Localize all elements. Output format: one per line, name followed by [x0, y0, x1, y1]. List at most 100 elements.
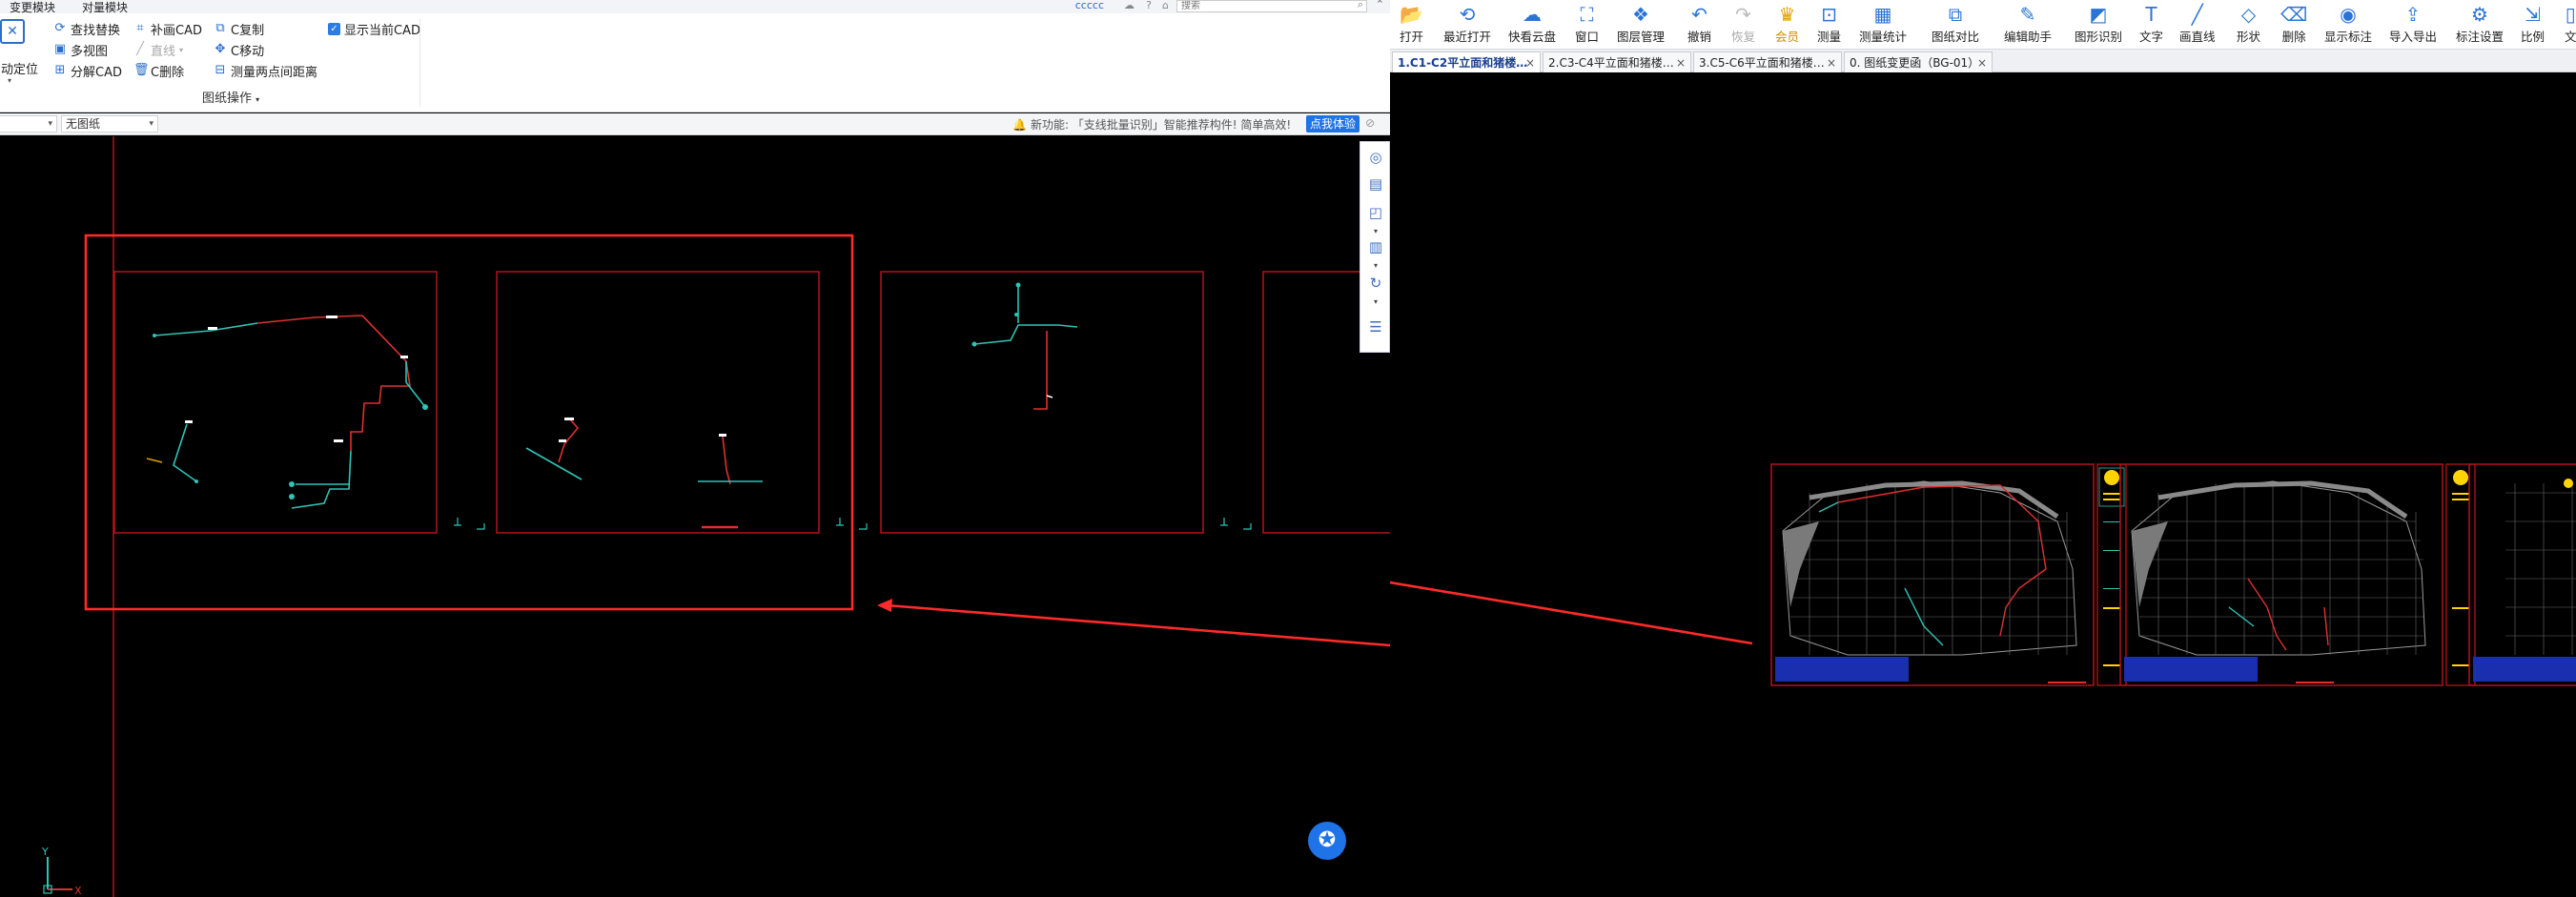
cube-view-icon[interactable]: ◰ — [1366, 203, 1385, 222]
measure-distance-label: 测量两点间距离 — [231, 65, 318, 80]
drawing-frame — [113, 271, 438, 534]
chevron-down-icon[interactable]: ▾ — [1370, 298, 1381, 306]
shirt-icon[interactable]: ⌂ — [1162, 0, 1169, 11]
drawing-compare-button[interactable]: ⧉ 图纸对比 — [1932, 2, 1979, 48]
drawing-ops-group[interactable]: 图纸操作 ▾ — [202, 88, 259, 106]
vip-button[interactable]: ♛ 会员 — [1775, 2, 1799, 48]
recent-open-button[interactable]: ⟲ 最近打开 — [1443, 2, 1491, 48]
chevron-down-icon: ▾ — [8, 76, 12, 85]
scale-button[interactable]: ⇲ 比例 — [2521, 2, 2545, 48]
collapse-ribbon-icon[interactable]: ⌃ — [1376, 0, 1384, 10]
document-tab-bar: 1.C1-C2平立面和猪楼… × 2.C3-C4平立面和猪楼… × 3.C5-C6平… — [1390, 50, 2576, 72]
cad-canvas-right[interactable] — [1390, 73, 2576, 897]
c-copy-button[interactable]: ⧉ C复制 — [214, 19, 264, 38]
close-icon[interactable]: × — [1676, 52, 1686, 72]
find-replace-label: 查找替换 — [71, 23, 121, 38]
orbit-icon[interactable]: ◎ — [1366, 148, 1385, 167]
eye-icon: ◉ — [2340, 3, 2357, 26]
ucs-axis-icon: Y X — [41, 846, 82, 897]
find-replace-button[interactable]: ⟳ 查找替换 — [53, 19, 120, 38]
measure-distance-button[interactable]: ⊟ 测量两点间距离 — [214, 61, 317, 80]
vip-crown-icon: ♛ — [1778, 3, 1796, 26]
user-name[interactable]: ccccc — [1075, 0, 1104, 11]
chevron-down-icon[interactable]: ▾ — [1370, 262, 1381, 270]
layer-manager-button[interactable]: ❖ 图层管理 — [1617, 2, 1665, 48]
star-badge-icon[interactable]: ✪ — [1308, 822, 1346, 860]
redo-icon: ↷ — [1735, 3, 1751, 26]
chevron-down-icon: ▾ — [256, 95, 260, 104]
close-icon[interactable]: × — [1977, 52, 1987, 72]
properties-icon[interactable]: ☰ — [1366, 317, 1385, 336]
doc-tab-3[interactable]: 3.C5-C6平立面和猪楼… × — [1693, 51, 1842, 72]
pipe-drawing-3 — [973, 285, 1078, 410]
delete-label: 删除 — [2281, 30, 2306, 44]
redo-button[interactable]: ↷ 恢复 — [1731, 2, 1755, 48]
measure-stats-button[interactable]: ▦ 测量统计 — [1859, 2, 1907, 48]
window-label: 窗口 — [1575, 30, 1600, 44]
shape-button[interactable]: ◇ 形状 — [2237, 2, 2260, 48]
window-button[interactable]: ⛶ 窗口 — [1575, 2, 1599, 48]
shape-recognition-button[interactable]: ◩ 图形识别 — [2075, 2, 2122, 48]
vip-label: 会员 — [1775, 30, 1800, 44]
box-view-icon[interactable]: ▥ — [1366, 237, 1385, 256]
help-icon[interactable]: ? — [1146, 0, 1152, 11]
import-export-button[interactable]: ⇪ 导入导出 — [2389, 2, 2437, 48]
undo-button[interactable]: ↶ 撤销 — [1687, 2, 1711, 48]
recognition-icon: ◩ — [2089, 3, 2108, 26]
search-icon[interactable]: ⌕ — [1358, 0, 1363, 11]
show-annotation-button[interactable]: ◉ 显示标注 — [2324, 2, 2372, 48]
doc-tab-1[interactable]: 1.C1-C2平立面和猪楼… × — [1392, 51, 1541, 72]
group-label-text: 图纸操作 — [202, 92, 253, 106]
left-app-window: 变更模块 对量模块 ccccc ☁ ? ⌂ ⌕ ⌃ ✕ 自动定位 ▾ ⟳ 查找替换… — [0, 0, 1390, 897]
pipe-nodes-3 — [971, 282, 1021, 347]
annotation-settings-button[interactable]: ⚙ 标注设置 — [2456, 2, 2504, 48]
line-button[interactable]: ╱ 直线 ▾ — [133, 40, 183, 59]
shape-label: 形状 — [2237, 30, 2261, 44]
draw-line-button[interactable]: ╱ 画直线 — [2179, 2, 2216, 48]
undo-icon: ↶ — [1691, 3, 1707, 26]
drawing-select[interactable]: 无图纸 ▾ — [61, 115, 158, 133]
notice-text: 新功能: 「支线批量识别」智能推荐构件! 简单高效! — [1030, 118, 1292, 132]
locate-icon: ✕ — [0, 19, 25, 44]
cloud-icon[interactable]: ☁ — [1124, 0, 1135, 11]
delete-button[interactable]: ⌫ 删除 — [2280, 2, 2307, 48]
supplement-cad-button[interactable]: ⌗ 补画CAD — [133, 19, 202, 38]
c-delete-label: C删除 — [151, 65, 185, 80]
search-input[interactable] — [1176, 0, 1367, 12]
c-move-button[interactable]: ✥ C移动 — [214, 40, 265, 59]
try-feature-button[interactable]: 点我体验 — [1306, 115, 1360, 133]
window-icon: ⛶ — [1580, 3, 1594, 26]
doc-tab-2[interactable]: 2.C3-C4平立面和猪楼… × — [1543, 51, 1691, 72]
multi-view-label: 多视图 — [71, 44, 109, 59]
chevron-down-icon: ▾ — [149, 119, 153, 129]
multi-view-button[interactable]: ▣ 多视图 — [53, 40, 108, 59]
folder-icon: 📂 — [1400, 3, 1423, 26]
shape-icon: ◇ — [2240, 3, 2257, 26]
multi-view-icon: ▣ — [53, 42, 67, 56]
text-button[interactable]: T 文字 — [2139, 2, 2163, 48]
c-delete-button[interactable]: 🗑 C删除 — [133, 61, 184, 80]
rotate-icon[interactable]: ↻ — [1366, 274, 1385, 293]
split-cad-icon: ⊞ — [54, 63, 66, 77]
close-icon[interactable]: ⊘ — [1365, 116, 1375, 130]
auto-locate-button[interactable]: ✕ 自动定位 ▾ — [0, 19, 38, 85]
open-button[interactable]: 📂 打开 — [1400, 2, 1423, 48]
drawing-subbar: ▾ 无图纸 ▾ 🔔 新功能: 「支线批量识别」智能推荐构件! 简单高效! 点我体验 … — [0, 113, 1390, 135]
chevron-down-icon[interactable]: ▾ — [1370, 228, 1381, 235]
close-icon[interactable]: × — [1827, 52, 1836, 72]
split-cad-button[interactable]: ⊞ 分解CAD — [53, 61, 122, 80]
drawing-compare-label: 图纸对比 — [1932, 30, 1980, 44]
cad-canvas-left[interactable]: Y X — [0, 136, 1390, 897]
more-button[interactable]: ▯ 文 — [2565, 2, 2576, 48]
edit-assistant-button[interactable]: ✎ 编辑助手 — [2004, 2, 2052, 48]
ribbon-panel: ✕ 自动定位 ▾ ⟳查找替换 ▣ 多视图 ⊞分解CAD ⌗补画CAD ╱直线▾ 🗑… — [0, 13, 1390, 112]
floor-select[interactable]: ▾ — [0, 115, 57, 133]
show-current-cad-checkbox[interactable]: ✓ 显示当前CAD — [328, 19, 420, 38]
layer-view-icon[interactable]: ▤ — [1366, 174, 1385, 194]
pipe-drawing-2 — [525, 418, 763, 529]
doc-tab-4[interactable]: 0. 图纸变更函（BG-01） × — [1844, 51, 1993, 72]
measure-button[interactable]: ⊡ 测量 — [1817, 2, 1841, 48]
cloud-disk-button[interactable]: ☁ 快看云盘 — [1508, 2, 1556, 48]
drawing-sheet-2 — [2119, 463, 2476, 686]
close-icon[interactable]: × — [1525, 52, 1535, 72]
